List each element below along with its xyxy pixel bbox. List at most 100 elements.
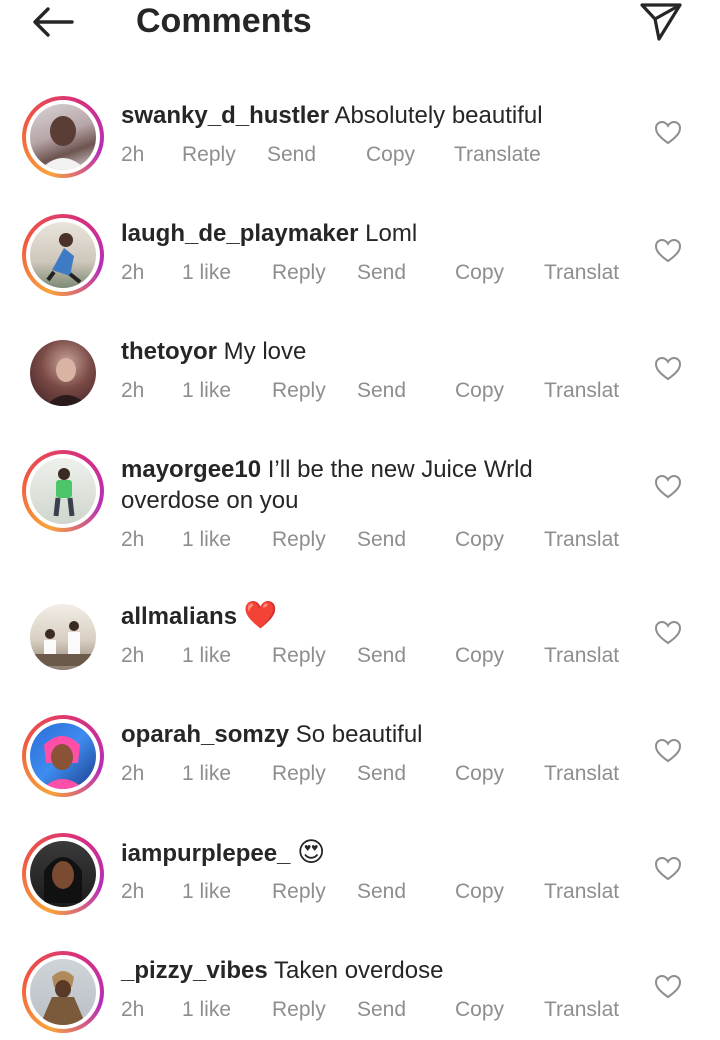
avatar-ring-gap bbox=[26, 218, 100, 292]
send-button[interactable]: Send bbox=[357, 261, 406, 285]
back-button[interactable] bbox=[30, 4, 76, 40]
heart-icon bbox=[654, 738, 682, 763]
copy-button[interactable]: Copy bbox=[455, 762, 504, 786]
avatar-story-ring[interactable] bbox=[22, 951, 104, 1033]
avatar-story-ring[interactable] bbox=[22, 96, 104, 178]
comment-username[interactable]: thetoyor bbox=[121, 338, 217, 365]
like-button[interactable] bbox=[654, 620, 682, 646]
send-button[interactable]: Send bbox=[357, 998, 406, 1022]
comment-text: swanky_d_hustler Absolutely beautiful bbox=[121, 100, 591, 131]
reply-button[interactable]: Reply bbox=[182, 143, 236, 167]
heart-icon bbox=[654, 356, 682, 381]
reply-button[interactable]: Reply bbox=[272, 261, 326, 285]
direct-message-button[interactable] bbox=[638, 0, 684, 42]
copy-button[interactable]: Copy bbox=[455, 880, 504, 904]
avatar-story-ring[interactable] bbox=[22, 214, 104, 296]
likes-count[interactable]: 1 like bbox=[182, 762, 231, 786]
reply-button[interactable]: Reply bbox=[272, 762, 326, 786]
reply-button[interactable]: Reply bbox=[272, 998, 326, 1022]
send-button[interactable]: Send bbox=[357, 880, 406, 904]
comment-text: iampurplepee_ 😍 bbox=[121, 837, 591, 869]
header-bar: Comments bbox=[0, 0, 720, 50]
comment-text: allmalians ❤️ bbox=[121, 600, 591, 632]
send-button[interactable]: Send bbox=[357, 528, 406, 552]
avatar[interactable] bbox=[30, 340, 96, 406]
heart-icon bbox=[654, 120, 682, 145]
likes-count[interactable]: 1 like bbox=[182, 880, 231, 904]
avatar[interactable] bbox=[30, 604, 96, 670]
reply-button[interactable]: Reply bbox=[272, 880, 326, 904]
comment-time: 2h bbox=[121, 528, 145, 551]
copy-button[interactable]: Copy bbox=[455, 644, 504, 668]
comment-body: Loml bbox=[365, 220, 418, 247]
comment-text: _pizzy_vibes Taken overdose bbox=[121, 955, 591, 986]
likes-count[interactable]: 1 like bbox=[182, 379, 231, 403]
likes-count[interactable]: 1 like bbox=[182, 644, 231, 668]
send-button[interactable]: Send bbox=[357, 762, 406, 786]
comment-username[interactable]: oparah_somzy bbox=[121, 721, 289, 748]
comment-text: mayorgee10 I’ll be the new Juice Wrld ov… bbox=[121, 454, 591, 516]
like-button[interactable] bbox=[654, 738, 682, 764]
reply-button[interactable]: Reply bbox=[272, 379, 326, 403]
avatar bbox=[30, 723, 96, 789]
comment-time: 2h bbox=[121, 644, 145, 667]
translate-button[interactable]: Translat bbox=[544, 528, 619, 552]
translate-button[interactable]: Translate bbox=[454, 143, 541, 167]
translate-button[interactable]: Translat bbox=[544, 379, 619, 403]
translate-button[interactable]: Translat bbox=[544, 880, 619, 904]
like-button[interactable] bbox=[654, 356, 682, 382]
avatar-ring-gap bbox=[26, 719, 100, 793]
like-button[interactable] bbox=[654, 856, 682, 882]
reply-button[interactable]: Reply bbox=[272, 644, 326, 668]
likes-count[interactable]: 1 like bbox=[182, 261, 231, 285]
likes-count[interactable]: 1 like bbox=[182, 528, 231, 552]
likes-count[interactable]: 1 like bbox=[182, 998, 231, 1022]
copy-button[interactable]: Copy bbox=[455, 998, 504, 1022]
copy-button[interactable]: Copy bbox=[366, 143, 415, 167]
send-button[interactable]: Send bbox=[267, 143, 316, 167]
heart-icon bbox=[654, 474, 682, 499]
avatar-ring-gap bbox=[26, 837, 100, 911]
like-button[interactable] bbox=[654, 238, 682, 264]
comment-username[interactable]: laugh_de_playmaker bbox=[121, 220, 358, 247]
heart-icon bbox=[654, 238, 682, 263]
send-button[interactable]: Send bbox=[357, 379, 406, 403]
translate-button[interactable]: Translat bbox=[544, 644, 619, 668]
comment-time: 2h bbox=[121, 762, 145, 785]
avatar bbox=[30, 104, 96, 170]
comment-username[interactable]: mayorgee10 bbox=[121, 456, 261, 483]
comment-time: 2h bbox=[121, 261, 145, 284]
avatar bbox=[30, 458, 96, 524]
comment-time: 2h bbox=[121, 143, 145, 166]
comment-time: 2h bbox=[121, 379, 145, 402]
avatar-story-ring[interactable] bbox=[22, 450, 104, 532]
comment-time: 2h bbox=[121, 998, 145, 1021]
avatar-ring-gap bbox=[26, 955, 100, 1029]
comment-text: laugh_de_playmaker Loml bbox=[121, 218, 591, 249]
comment-username[interactable]: swanky_d_hustler bbox=[121, 102, 329, 129]
copy-button[interactable]: Copy bbox=[455, 379, 504, 403]
heart-icon bbox=[654, 856, 682, 881]
translate-button[interactable]: Translat bbox=[544, 261, 619, 285]
avatar-story-ring[interactable] bbox=[22, 715, 104, 797]
translate-button[interactable]: Translat bbox=[544, 762, 619, 786]
avatar-story-ring[interactable] bbox=[22, 833, 104, 915]
translate-button[interactable]: Translat bbox=[544, 998, 619, 1022]
comment-body: ❤️ bbox=[243, 600, 278, 630]
avatar bbox=[30, 222, 96, 288]
comment-body-line-2: overdose on you bbox=[121, 487, 299, 514]
copy-button[interactable]: Copy bbox=[455, 528, 504, 552]
comment-body: I’ll be the new Juice Wrld bbox=[267, 456, 533, 483]
send-button[interactable]: Send bbox=[357, 644, 406, 668]
reply-button[interactable]: Reply bbox=[272, 528, 326, 552]
comment-username[interactable]: _pizzy_vibes bbox=[121, 957, 268, 984]
comment-body: My love bbox=[223, 338, 307, 365]
page-title: Comments bbox=[136, 2, 312, 40]
comment-username[interactable]: iampurplepee_ bbox=[121, 840, 290, 867]
like-button[interactable] bbox=[654, 974, 682, 1000]
like-button[interactable] bbox=[654, 474, 682, 500]
like-button[interactable] bbox=[654, 120, 682, 146]
comment-username[interactable]: allmalians bbox=[121, 603, 237, 630]
copy-button[interactable]: Copy bbox=[455, 261, 504, 285]
comment-body: Absolutely beautiful bbox=[334, 102, 543, 129]
